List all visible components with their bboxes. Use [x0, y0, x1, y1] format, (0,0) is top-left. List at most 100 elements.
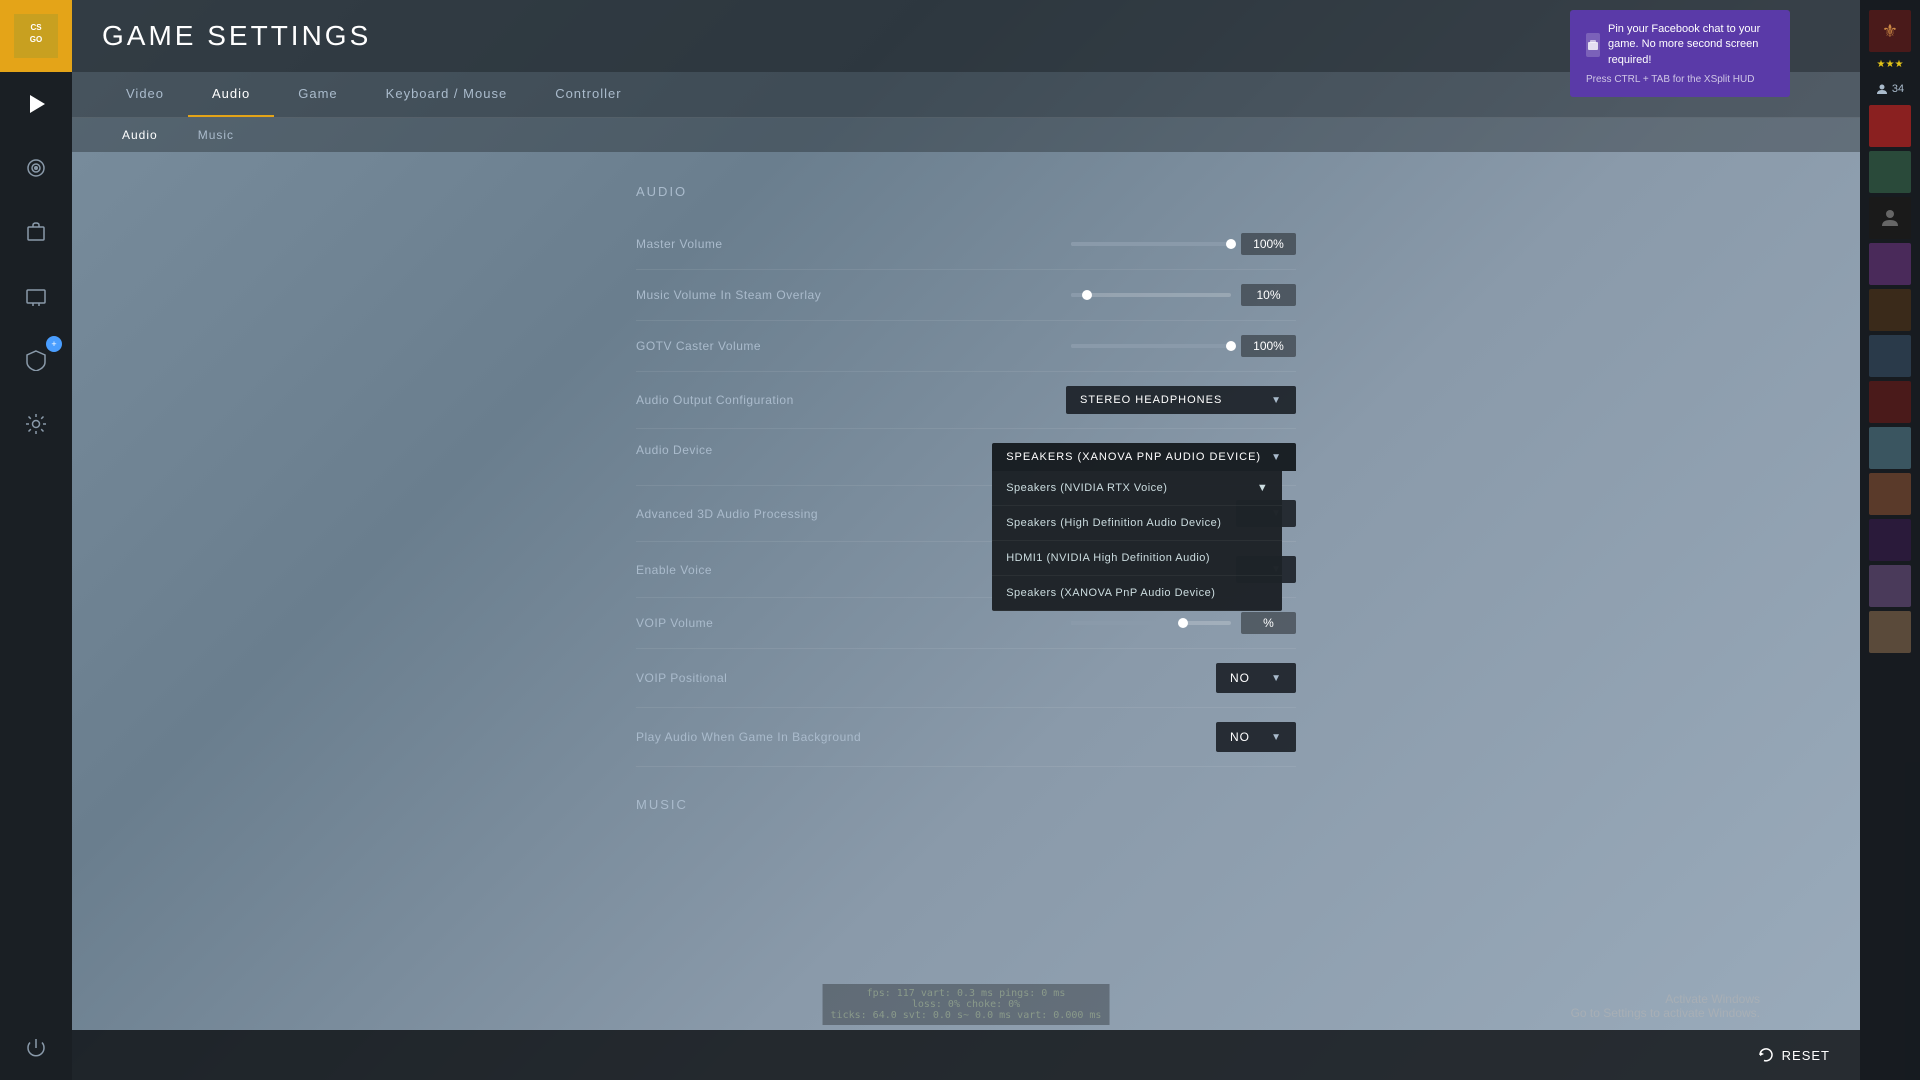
voip-positional-arrow: ▼	[1271, 673, 1282, 684]
tv-icon[interactable]	[0, 264, 72, 328]
audio-device-dropdown[interactable]: SPEAKERS (XANOVA PNP AUDIO DEVICE) ▼	[992, 443, 1296, 471]
csgo-logo[interactable]: CS GO	[0, 0, 72, 72]
audio-device-menu: Speakers (NVIDIA RTX Voice) ▼ Speakers (…	[992, 471, 1282, 611]
audio-device-dropdown-container: SPEAKERS (XANOVA PNP AUDIO DEVICE) ▼ Spe…	[992, 443, 1296, 471]
gotv-volume-handle[interactable]	[1226, 341, 1236, 351]
gotv-volume-row: GOTV Caster Volume 100%	[636, 321, 1296, 372]
power-icon[interactable]	[0, 1016, 72, 1080]
debug-line1: fps: 117 vart: 0.3 ms pings: 0 ms	[831, 988, 1102, 999]
audio-output-value: STEREO HEADPHONES	[1080, 394, 1222, 406]
voip-volume-handle[interactable]	[1178, 618, 1188, 628]
voip-positional-value: NO	[1230, 671, 1250, 685]
master-volume-track[interactable]	[1071, 242, 1231, 246]
voip-volume-track[interactable]	[1071, 621, 1231, 625]
content-area: Audio Master Volume 100% Music Volume In…	[72, 152, 1860, 1080]
audio-section-title: Audio	[636, 184, 1296, 199]
dropdown-option-hd-audio[interactable]: Speakers (High Definition Audio Device)	[992, 506, 1282, 541]
friend-avatar-8[interactable]	[1869, 427, 1911, 469]
voip-positional-label: VOIP Positional	[636, 671, 1216, 685]
friend-avatar-11[interactable]	[1869, 565, 1911, 607]
page-title: GAME SETTINGS	[102, 20, 371, 52]
option-arrow-nvidia-rtx: ▼	[1257, 482, 1268, 494]
friend-avatar-9[interactable]	[1869, 473, 1911, 515]
voip-volume-fill	[1071, 621, 1183, 625]
master-volume-handle[interactable]	[1226, 239, 1236, 249]
music-volume-handle[interactable]	[1082, 290, 1092, 300]
voip-volume-value: %	[1241, 612, 1296, 634]
sidebar-bottom	[0, 1016, 72, 1080]
option-label-nvidia-rtx: Speakers (NVIDIA RTX Voice)	[1006, 482, 1167, 494]
notification-header: Pin your Facebook chat to your game. No …	[1586, 22, 1774, 68]
audio-output-arrow: ▼	[1271, 395, 1282, 406]
option-label-hd-audio: Speakers (High Definition Audio Device)	[1006, 517, 1221, 529]
svg-text:GO: GO	[30, 35, 42, 44]
notification-icon	[1586, 33, 1600, 57]
radio-icon[interactable]	[0, 136, 72, 200]
inventory-icon[interactable]	[0, 200, 72, 264]
reset-label: RESET	[1782, 1048, 1830, 1063]
nav-keyboard-mouse[interactable]: Keyboard / Mouse	[362, 72, 532, 117]
friend-avatar-7[interactable]	[1869, 381, 1911, 423]
debug-info: fps: 117 vart: 0.3 ms pings: 0 ms loss: …	[823, 984, 1110, 1025]
master-volume-fill	[1071, 242, 1231, 246]
friend-avatar-1[interactable]	[1869, 105, 1911, 147]
gotv-volume-track[interactable]	[1071, 344, 1231, 348]
stars-rating: ★★★	[1877, 56, 1904, 73]
gotv-volume-control: 100%	[1071, 335, 1296, 357]
voip-volume-label: VOIP Volume	[636, 616, 1071, 630]
shield-icon[interactable]: +	[0, 328, 72, 392]
reset-button[interactable]: RESET	[1758, 1047, 1830, 1063]
music-volume-row: Music Volume In Steam Overlay 10%	[636, 270, 1296, 321]
friend-avatar-2[interactable]	[1869, 151, 1911, 193]
notification-popup[interactable]: Pin your Facebook chat to your game. No …	[1570, 10, 1790, 97]
debug-line3: ticks: 64.0 svt: 0.0 s~ 0.0 ms vart: 0.0…	[831, 1010, 1102, 1021]
friend-avatar-6[interactable]	[1869, 335, 1911, 377]
sidebar: CS GO +	[0, 0, 72, 1080]
svg-text:CS: CS	[30, 23, 42, 32]
friend-avatar-5[interactable]	[1869, 289, 1911, 331]
audio-device-row: Audio Device SPEAKERS (XANOVA PNP AUDIO …	[636, 429, 1296, 486]
friends-icon	[1876, 83, 1888, 95]
dropdown-option-xanova[interactable]: Speakers (XANOVA PnP Audio Device)	[992, 576, 1282, 611]
option-label-hdmi1: HDMI1 (NVIDIA High Definition Audio)	[1006, 552, 1210, 564]
main-content: Pin your Facebook chat to your game. No …	[72, 0, 1860, 1080]
voip-positional-dropdown[interactable]: NO ▼	[1216, 663, 1296, 693]
friend-avatar-12[interactable]	[1869, 611, 1911, 653]
nav-controller[interactable]: Controller	[531, 72, 645, 117]
friend-count-value: 34	[1892, 83, 1904, 95]
friend-count: 34	[1876, 77, 1904, 101]
friend-avatar-4[interactable]	[1869, 243, 1911, 285]
voip-positional-row: VOIP Positional NO ▼	[636, 649, 1296, 708]
windows-line1: Activate Windows	[1571, 992, 1760, 1006]
music-volume-track[interactable]	[1071, 293, 1231, 297]
voip-volume-control: %	[1071, 612, 1296, 634]
nav-audio[interactable]: Audio	[188, 72, 274, 117]
dropdown-option-hdmi1[interactable]: HDMI1 (NVIDIA High Definition Audio)	[992, 541, 1282, 576]
play-audio-bg-arrow: ▼	[1271, 732, 1282, 743]
gotv-volume-value: 100%	[1241, 335, 1296, 357]
audio-output-dropdown[interactable]: STEREO HEADPHONES ▼	[1066, 386, 1296, 414]
bottom-bar: RESET	[72, 1030, 1860, 1080]
master-volume-label: Master Volume	[636, 237, 1071, 251]
subnav-music[interactable]: Music	[178, 118, 254, 152]
shield-badge: +	[46, 336, 62, 352]
friend-avatar-10[interactable]	[1869, 519, 1911, 561]
nav-game[interactable]: Game	[274, 72, 361, 117]
settings-icon[interactable]	[0, 392, 72, 456]
rank-icon[interactable]: ⚜	[1869, 10, 1911, 52]
subnav-audio[interactable]: Audio	[102, 118, 178, 152]
notification-hint: Press CTRL + TAB for the XSplit HUD	[1586, 74, 1774, 85]
audio-device-label: Audio Device	[636, 443, 992, 457]
debug-line2: loss: 0% choke: 0%	[831, 999, 1102, 1010]
play-audio-bg-dropdown[interactable]: NO ▼	[1216, 722, 1296, 752]
nav-video[interactable]: Video	[102, 72, 188, 117]
right-panel: ⚜ ★★★ 34	[1860, 0, 1920, 1080]
play-icon[interactable]	[0, 72, 72, 136]
dropdown-option-nvidia-rtx[interactable]: Speakers (NVIDIA RTX Voice) ▼	[992, 471, 1282, 506]
friend-avatar-3[interactable]	[1869, 197, 1911, 239]
play-audio-bg-value: NO	[1230, 730, 1250, 744]
master-volume-row: Master Volume 100%	[636, 219, 1296, 270]
gotv-volume-fill	[1071, 344, 1231, 348]
audio-device-value: SPEAKERS (XANOVA PNP AUDIO DEVICE)	[1006, 451, 1261, 463]
music-volume-value: 10%	[1241, 284, 1296, 306]
